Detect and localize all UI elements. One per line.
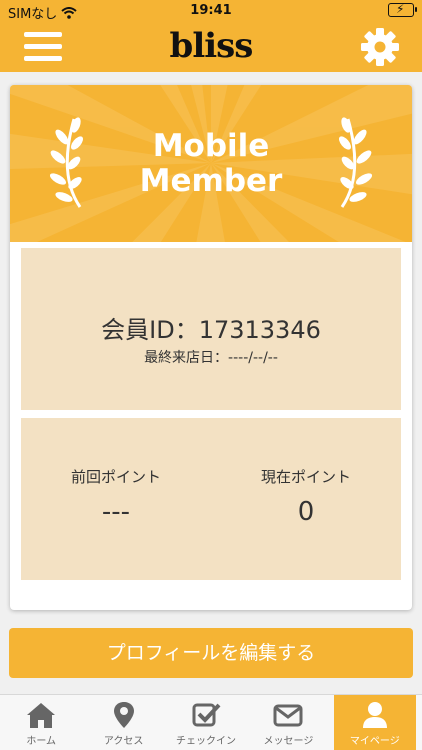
tab-access-label: アクセス — [103, 736, 144, 747]
tab-home-label: ホーム — [26, 736, 57, 747]
checkin-icon — [192, 703, 221, 727]
gear-icon — [361, 28, 399, 66]
bottom-tab-bar: ホーム アクセス チェックイン メッセージ マイページ — [0, 694, 422, 750]
edit-profile-button[interactable]: プロフィールを編集する — [9, 628, 413, 678]
charging-icon: ⚡ — [396, 2, 405, 16]
app-header: bliss — [0, 22, 422, 72]
banner-title-line2: Member — [139, 163, 283, 199]
banner-title-line1: Mobile — [152, 128, 270, 164]
status-bar: SIMなし 19:41 ⚡ — [0, 0, 422, 22]
current-points-label: 現在ポイント — [260, 468, 351, 486]
home-icon — [27, 703, 56, 728]
tab-access[interactable]: アクセス — [82, 695, 164, 750]
current-points-value: 0 — [297, 497, 315, 527]
tab-mypage[interactable]: マイページ — [333, 695, 417, 750]
settings-button[interactable] — [360, 27, 400, 67]
previous-points-label: 前回ポイント — [70, 468, 161, 486]
member-banner: Mobile Member — [10, 85, 412, 242]
map-pin-icon — [113, 702, 134, 728]
tab-checkin[interactable]: チェックイン — [165, 695, 247, 750]
current-points: 現在ポイント 0 — [211, 466, 401, 527]
member-id-panel: 会員ID：17313346 最終来店日：----/--/-- — [21, 248, 401, 410]
tab-home[interactable]: ホーム — [0, 695, 82, 750]
tab-mypage-label: マイページ — [349, 736, 400, 747]
battery-icon: ⚡ — [388, 2, 417, 17]
app-logo: bliss — [169, 26, 254, 66]
tab-message-label: メッセージ — [263, 736, 314, 747]
previous-points: 前回ポイント --- — [21, 466, 211, 527]
user-icon — [362, 702, 387, 728]
previous-points-value: --- — [101, 497, 131, 527]
last-visit-date: 最終来店日：----/--/-- — [144, 350, 278, 366]
tab-checkin-label: チェックイン — [176, 736, 237, 747]
mail-icon — [273, 704, 303, 727]
clock: 19:41 — [190, 3, 232, 18]
member-card: Mobile Member 会員ID：17313346 最終来店日：----/-… — [10, 85, 412, 610]
member-id: 会員ID：17313346 — [101, 316, 321, 344]
points-panel: 前回ポイント --- 現在ポイント 0 — [21, 418, 401, 580]
banner-title: Mobile Member — [10, 129, 412, 199]
tab-message[interactable]: メッセージ — [247, 695, 329, 750]
